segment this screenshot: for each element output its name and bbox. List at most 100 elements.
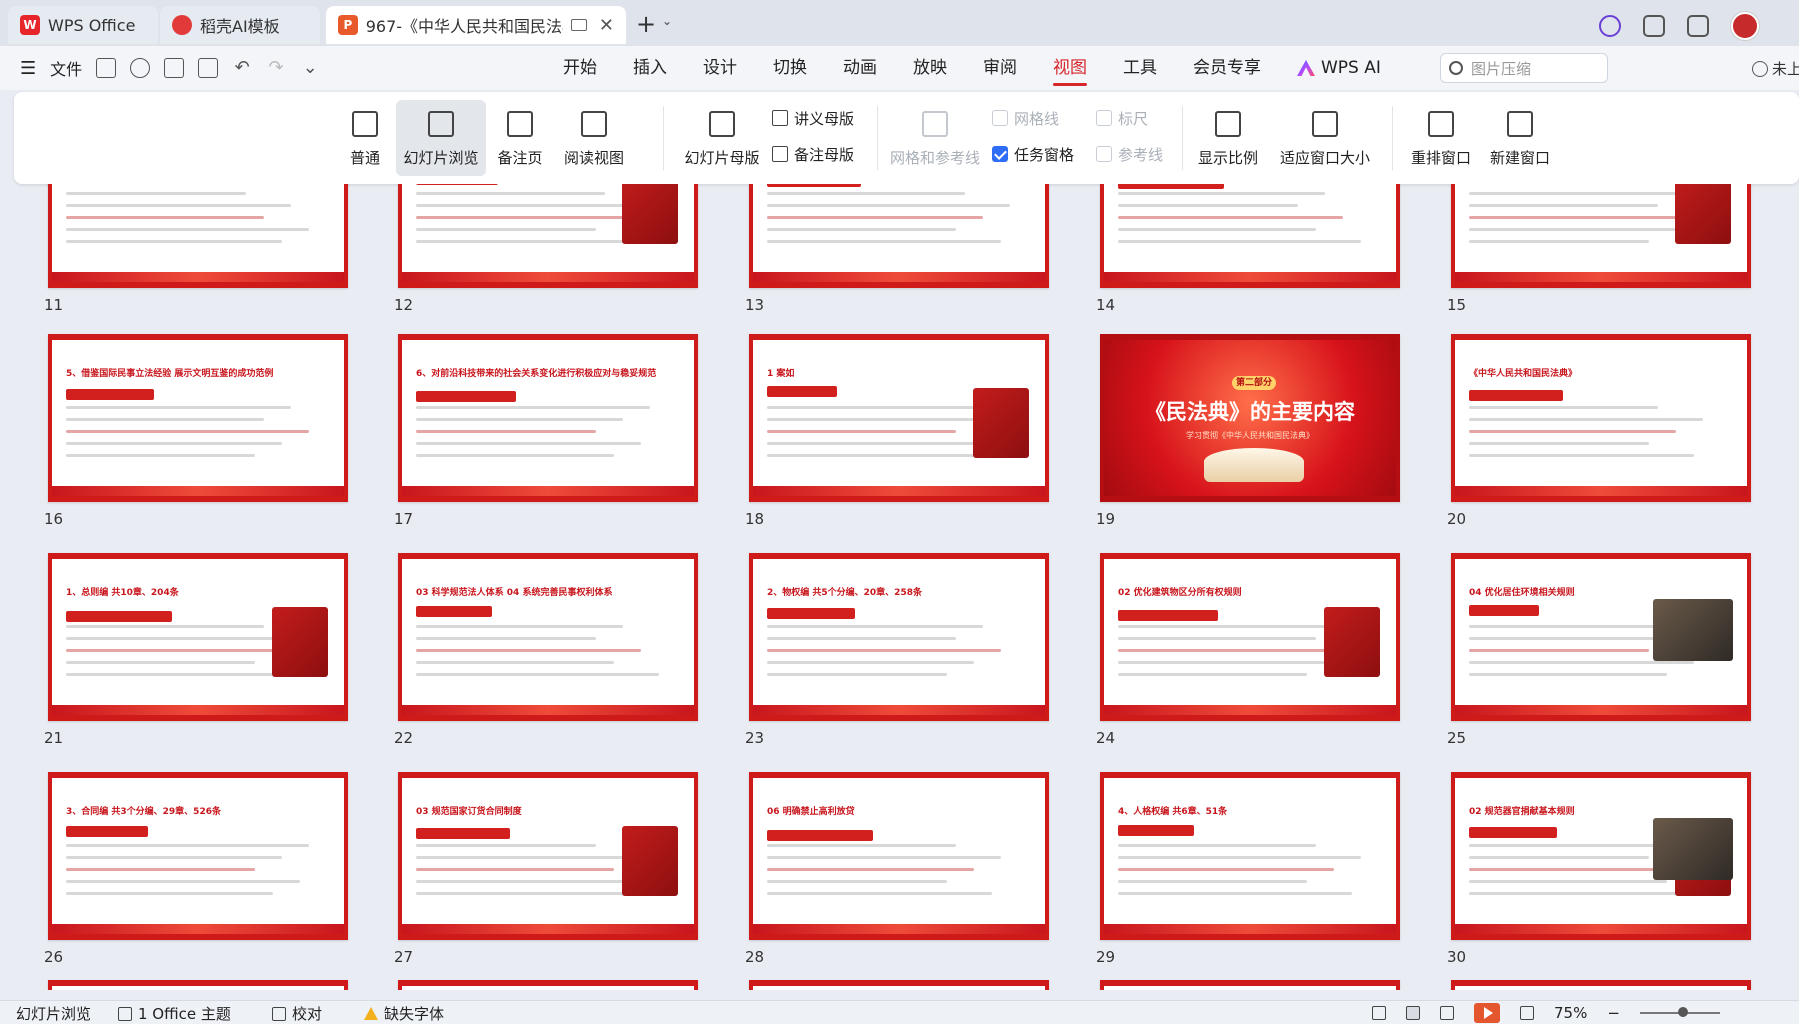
slide-thumbnail[interactable]: 03 规范国家订货合同制度 xyxy=(398,772,698,940)
slide-thumbnail[interactable]: 我国已经基本实现了《民法通则》 xyxy=(1100,184,1400,288)
slide-number: 16 xyxy=(44,510,64,528)
slide-thumbnail[interactable]: 02 规范器官捐献基本规则 xyxy=(1451,772,1751,940)
zoom-slider[interactable] xyxy=(1639,1007,1720,1017)
tab-8[interactable]: 工具 xyxy=(1105,46,1175,90)
slide-thumbnail[interactable]: 6、对前沿科技带来的社会关系变化进行积极应对与稳妥规范 xyxy=(398,334,698,502)
new-tab-icon[interactable]: + xyxy=(636,10,656,38)
partial-slide-bottom[interactable] xyxy=(398,980,698,990)
file-menu[interactable]: 文件 xyxy=(50,56,82,80)
slide-thumbnail[interactable]: 1、总则编 共10章、204条 xyxy=(48,553,348,721)
slide-sorter-status-icon[interactable] xyxy=(1406,1006,1420,1020)
notes-master-button[interactable]: 备注母版 xyxy=(772,142,854,166)
slide-text-line xyxy=(1469,880,1667,883)
tab-9[interactable]: 会员专享 xyxy=(1175,46,1279,90)
zoom-percent[interactable]: 75% xyxy=(1554,1004,1587,1022)
normal-view-icon xyxy=(352,111,378,137)
slide-thumbnail[interactable]: 2、物权编 共5个分编、20章、258条 xyxy=(749,553,1049,721)
fit-window-icon xyxy=(1312,111,1338,137)
partial-slide-bottom[interactable] xyxy=(48,980,348,990)
tab-6[interactable]: 审阅 xyxy=(965,46,1035,90)
slide-thumbnail[interactable]: 《中华人民共和国民法典》 xyxy=(1451,334,1751,502)
play-slideshow-icon[interactable] xyxy=(1474,1003,1500,1023)
slide-illustration xyxy=(622,184,678,244)
proofing-status[interactable]: 校对 xyxy=(272,1003,322,1024)
partial-slide-bottom[interactable] xyxy=(749,980,1049,990)
fit-slide-icon[interactable] xyxy=(1520,1006,1534,1020)
slide-browse-button[interactable]: 幻灯片浏览 xyxy=(396,100,486,176)
slide-thumbnail[interactable]: 修订草稿 修改完善 作出新规定 xyxy=(749,184,1049,288)
tab-list-chevron-icon[interactable]: ⌄ xyxy=(662,14,672,28)
reading-view-status-icon[interactable] xyxy=(1440,1006,1454,1020)
gridlines-checkbox[interactable]: 网格线 xyxy=(992,106,1059,130)
ai-assistant-icon[interactable] xyxy=(1599,15,1621,37)
zoom-out-icon[interactable]: − xyxy=(1607,1004,1620,1022)
tab-2[interactable]: 设计 xyxy=(685,46,755,90)
slide-master-label: 幻灯片母版 xyxy=(684,149,760,167)
slide-thumbnail[interactable]: 本条规定来自于《民法典》第18条第2款 xyxy=(1451,184,1751,288)
upload-button[interactable]: 未上 xyxy=(1752,58,1799,79)
cube-icon[interactable] xyxy=(1687,15,1709,37)
tab-5[interactable]: 放映 xyxy=(895,46,965,90)
tab-4[interactable]: 动画 xyxy=(825,46,895,90)
slide-thumbnail[interactable]: 02 优化建筑物区分所有权规则 xyxy=(1100,553,1400,721)
notes-page-button[interactable]: 备注页 xyxy=(488,100,552,176)
slide-thumbnail[interactable]: 06 明确禁止高利放贷 xyxy=(749,772,1049,940)
slide-thumbnail[interactable]: 第二部分 《民法典》的主要内容 学习贯彻《中华人民共和国民法典》 xyxy=(1100,334,1400,502)
tab-1[interactable]: 插入 xyxy=(615,46,685,90)
theme-status[interactable]: 1 Office 主题 xyxy=(118,1003,231,1024)
format-painter-icon[interactable] xyxy=(130,58,151,78)
normal-view-status-icon[interactable] xyxy=(1372,1006,1386,1020)
normal-view-button[interactable]: 普通 xyxy=(336,100,394,176)
partial-slide-bottom[interactable] xyxy=(1451,980,1751,990)
tab-3[interactable]: 切换 xyxy=(755,46,825,90)
menu-icon[interactable]: ☰ xyxy=(20,58,36,79)
window-icon[interactable] xyxy=(1643,15,1665,37)
grid-guides-button[interactable]: 网格和参考线 xyxy=(886,100,984,176)
print-icon[interactable] xyxy=(164,58,185,78)
slide-thumbnail[interactable]: 03 科学规范法人体系 04 系统完善民事权利体系 xyxy=(398,553,698,721)
tab-0[interactable]: 开始 xyxy=(545,46,615,90)
slide-text-line xyxy=(416,240,641,243)
partial-slide-bottom[interactable] xyxy=(1100,980,1400,990)
slide-tag xyxy=(1118,610,1218,621)
fit-window-button[interactable]: 适应窗口大小 xyxy=(1268,100,1382,176)
print-preview-icon[interactable] xyxy=(198,58,219,78)
close-tab-icon[interactable]: ✕ xyxy=(599,15,614,36)
slide-thumbnail[interactable]: 5、借鉴国际民事立法经验 展示文明互鉴的成功范例 xyxy=(48,334,348,502)
monitor-icon[interactable] xyxy=(571,19,587,31)
tab-document-title: 967-《中华人民共和国民法典 xyxy=(365,17,564,36)
slide-master-button[interactable]: 幻灯片母版 xyxy=(674,100,770,176)
slide-thumbnail[interactable]: 04 优化居住环境相关规则 xyxy=(1451,553,1751,721)
avatar[interactable] xyxy=(1731,12,1759,40)
slide-thumbnail[interactable]: 人格权编 xyxy=(398,184,698,288)
arrange-windows-button[interactable]: 重排窗口 xyxy=(1400,100,1482,176)
slide-number: 11 xyxy=(44,296,64,314)
slide-thumbnail[interactable]: 突破了传统大陆法系《民法典》三编制结构 xyxy=(48,184,348,288)
more-chevron-icon[interactable]: ⌄ xyxy=(300,58,320,78)
tab-7[interactable]: 视图 xyxy=(1035,46,1105,90)
slide-thumbnail[interactable]: 4、人格权编 共6章、51条 xyxy=(1100,772,1400,940)
save-icon[interactable] xyxy=(96,58,117,78)
slide-text-line xyxy=(767,625,983,628)
undo-icon[interactable]: ↶ xyxy=(232,58,252,78)
slide-number: 21 xyxy=(44,729,64,747)
tab-ai-template[interactable]: 稻壳AI模板 xyxy=(160,6,320,44)
handout-master-button[interactable]: 讲义母版 xyxy=(772,106,854,130)
guides-checkbox[interactable]: 参考线 xyxy=(1096,142,1163,166)
task-pane-checkbox[interactable]: 任务窗格 xyxy=(992,142,1074,166)
tab-document[interactable]: P 967-《中华人民共和国民法典 ✕ xyxy=(326,6,626,44)
wps-ai-button[interactable]: WPS AI xyxy=(1279,46,1399,90)
slide-thumbnail[interactable]: 1 案如 xyxy=(749,334,1049,502)
slide-tag xyxy=(66,826,148,837)
slide-text-line xyxy=(767,192,965,195)
redo-icon[interactable]: ↷ xyxy=(266,58,286,78)
ruler-checkbox[interactable]: 标尺 xyxy=(1096,106,1148,130)
slide-text-line xyxy=(66,625,264,628)
search-input[interactable]: 图片压缩 xyxy=(1440,53,1608,83)
missing-font-status[interactable]: 缺失字体 xyxy=(364,1003,444,1024)
zoom-button[interactable]: 显示比例 xyxy=(1190,100,1266,176)
tab-wps-office[interactable]: W WPS Office xyxy=(8,6,158,44)
slide-thumbnail[interactable]: 3、合同编 共3个分编、29章、526条 xyxy=(48,772,348,940)
reading-view-button[interactable]: 阅读视图 xyxy=(554,100,634,176)
new-window-button[interactable]: 新建窗口 xyxy=(1486,100,1554,176)
